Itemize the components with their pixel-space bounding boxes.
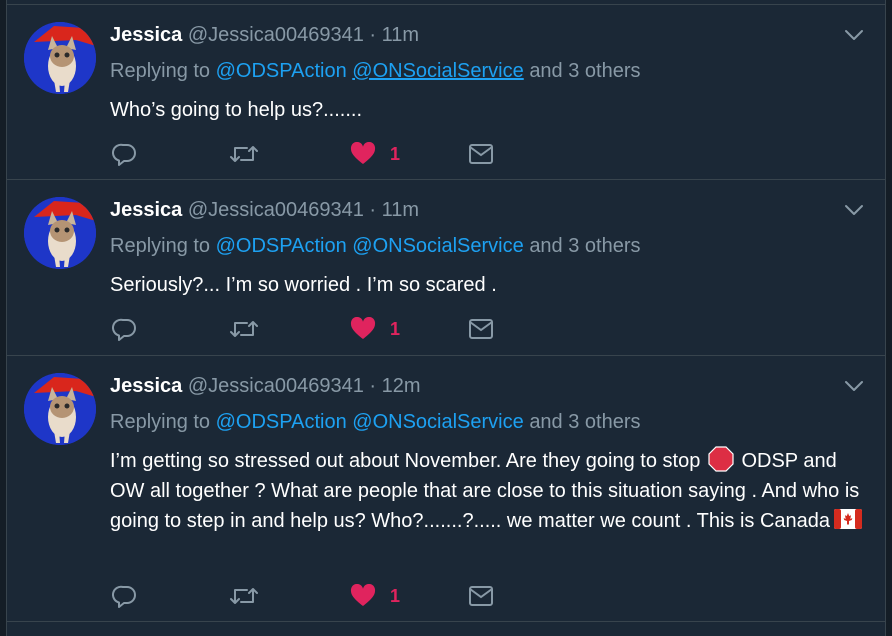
reply-button[interactable] [112, 139, 138, 169]
retweet-button[interactable] [229, 314, 259, 344]
user-handle[interactable]: @Jessica00469341 [188, 199, 364, 221]
retweet-icon [230, 321, 258, 337]
tweet-header: Jessica @Jessica00469341 · 12m [110, 374, 421, 398]
direct-message-button[interactable] [468, 139, 494, 169]
mention-link[interactable]: @ONSocialService [352, 235, 523, 257]
tweet-text-part: I’m getting so stressed out about Novemb… [110, 450, 701, 472]
tweet-actions: 1 [112, 314, 612, 344]
like-count: 1 [390, 585, 401, 606]
envelope-icon [469, 319, 493, 339]
replying-prefix: Replying to [110, 411, 211, 433]
user-handle[interactable]: @Jessica00469341 [188, 24, 364, 46]
reply-button[interactable] [112, 314, 138, 344]
tweet-text: Who’s going to help us?....... [110, 99, 363, 121]
mention-link[interactable]: @ODSPAction [216, 235, 347, 257]
reply-icon [112, 318, 136, 341]
tweet-text: I’m getting so stressed out about Novemb… [110, 446, 870, 536]
replying-suffix[interactable]: and 3 others [529, 60, 640, 82]
tweet-actions: 1 [112, 581, 612, 611]
avatar[interactable] [24, 373, 96, 445]
replying-to: Replying to @ODSPAction @ONSocialService… [110, 234, 641, 258]
tweet-actions: 1 [112, 139, 612, 169]
heart-icon [350, 142, 376, 164]
envelope-icon [469, 144, 493, 164]
timeline: Jessica @Jessica00469341 · 11m Replying … [0, 0, 892, 636]
replying-prefix: Replying to [110, 60, 211, 82]
avatar[interactable] [24, 197, 96, 269]
reply-button[interactable] [112, 581, 138, 611]
retweet-button[interactable] [229, 581, 259, 611]
chevron-down-icon[interactable] [843, 202, 865, 218]
replying-to: Replying to @ODSPAction @ONSocialService… [110, 410, 641, 434]
heart-icon [350, 317, 376, 339]
canada-flag-emoji [834, 508, 863, 529]
chevron-down-icon[interactable] [843, 27, 865, 43]
display-name[interactable]: Jessica [110, 199, 182, 221]
avatar[interactable] [24, 22, 96, 94]
envelope-icon [469, 586, 493, 606]
retweet-icon [230, 588, 258, 604]
tweet[interactable]: Jessica @Jessica00469341 · 11m Replying … [7, 4, 885, 180]
reply-icon [112, 585, 136, 608]
like-button[interactable]: 1 [350, 139, 400, 169]
heart-icon [350, 584, 376, 606]
mention-link[interactable]: @ODSPAction [216, 60, 347, 82]
replying-to: Replying to @ODSPAction @ONSocialService… [110, 59, 641, 83]
mention-link[interactable]: @ONSocialService [352, 411, 523, 433]
like-count: 1 [390, 318, 401, 339]
replying-suffix[interactable]: and 3 others [529, 411, 640, 433]
like-count: 1 [390, 143, 401, 164]
retweet-icon [230, 146, 258, 162]
mention-link[interactable]: @ONSocialService [352, 60, 523, 82]
like-button[interactable]: 1 [350, 581, 400, 611]
tweet-text: Seriously?... I’m so worried . I’m so sc… [110, 274, 497, 296]
tweet-header: Jessica @Jessica00469341 · 11m [110, 198, 419, 222]
display-name[interactable]: Jessica [110, 24, 182, 46]
direct-message-button[interactable] [468, 314, 494, 344]
retweet-button[interactable] [229, 139, 259, 169]
like-button[interactable]: 1 [350, 314, 400, 344]
separator: · [369, 24, 377, 46]
chevron-down-icon[interactable] [843, 378, 865, 394]
user-handle[interactable]: @Jessica00469341 [188, 375, 364, 397]
separator: · [369, 199, 377, 221]
timestamp[interactable]: 12m [382, 375, 421, 397]
tweet-header: Jessica @Jessica00469341 · 11m [110, 23, 419, 47]
tweet[interactable]: Jessica @Jessica00469341 · 11m Replying … [7, 180, 885, 356]
mention-link[interactable]: @ODSPAction [216, 411, 347, 433]
replying-suffix[interactable]: and 3 others [529, 235, 640, 257]
timestamp[interactable]: 11m [382, 199, 419, 221]
tweet-column: Jessica @Jessica00469341 · 11m Replying … [6, 0, 886, 636]
reply-icon [112, 143, 136, 166]
replying-prefix: Replying to [110, 235, 211, 257]
separator: · [369, 375, 377, 397]
display-name[interactable]: Jessica [110, 375, 182, 397]
direct-message-button[interactable] [468, 581, 494, 611]
timestamp[interactable]: 11m [382, 24, 419, 46]
tweet[interactable]: Jessica @Jessica00469341 · 12m Replying … [7, 356, 885, 622]
stop-sign-emoji [708, 446, 734, 472]
